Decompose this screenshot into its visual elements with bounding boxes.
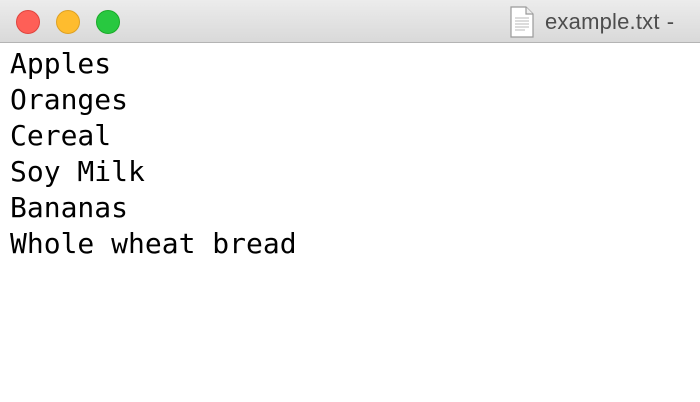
text-editor-window: example.txt - Apples Oranges Cereal Soy … <box>0 0 700 402</box>
window-title-suffix: - <box>666 9 675 34</box>
close-button[interactable] <box>16 10 40 34</box>
text-line[interactable]: Cereal <box>10 118 700 154</box>
text-line[interactable]: Oranges <box>10 82 700 118</box>
text-line[interactable]: Whole wheat bread <box>10 226 700 262</box>
text-line[interactable]: Bananas <box>10 190 700 226</box>
document-icon <box>510 6 534 38</box>
window-title: example.txt <box>545 9 660 34</box>
text-line[interactable]: Apples <box>10 46 700 82</box>
text-content-area[interactable]: Apples Oranges Cereal Soy Milk Bananas W… <box>10 44 700 402</box>
minimize-button[interactable] <box>56 10 80 34</box>
text-line[interactable]: Soy Milk <box>10 154 700 190</box>
window-title-group: example.txt - <box>509 5 674 39</box>
zoom-button[interactable] <box>96 10 120 34</box>
title-bar[interactable]: example.txt - <box>0 0 700 43</box>
